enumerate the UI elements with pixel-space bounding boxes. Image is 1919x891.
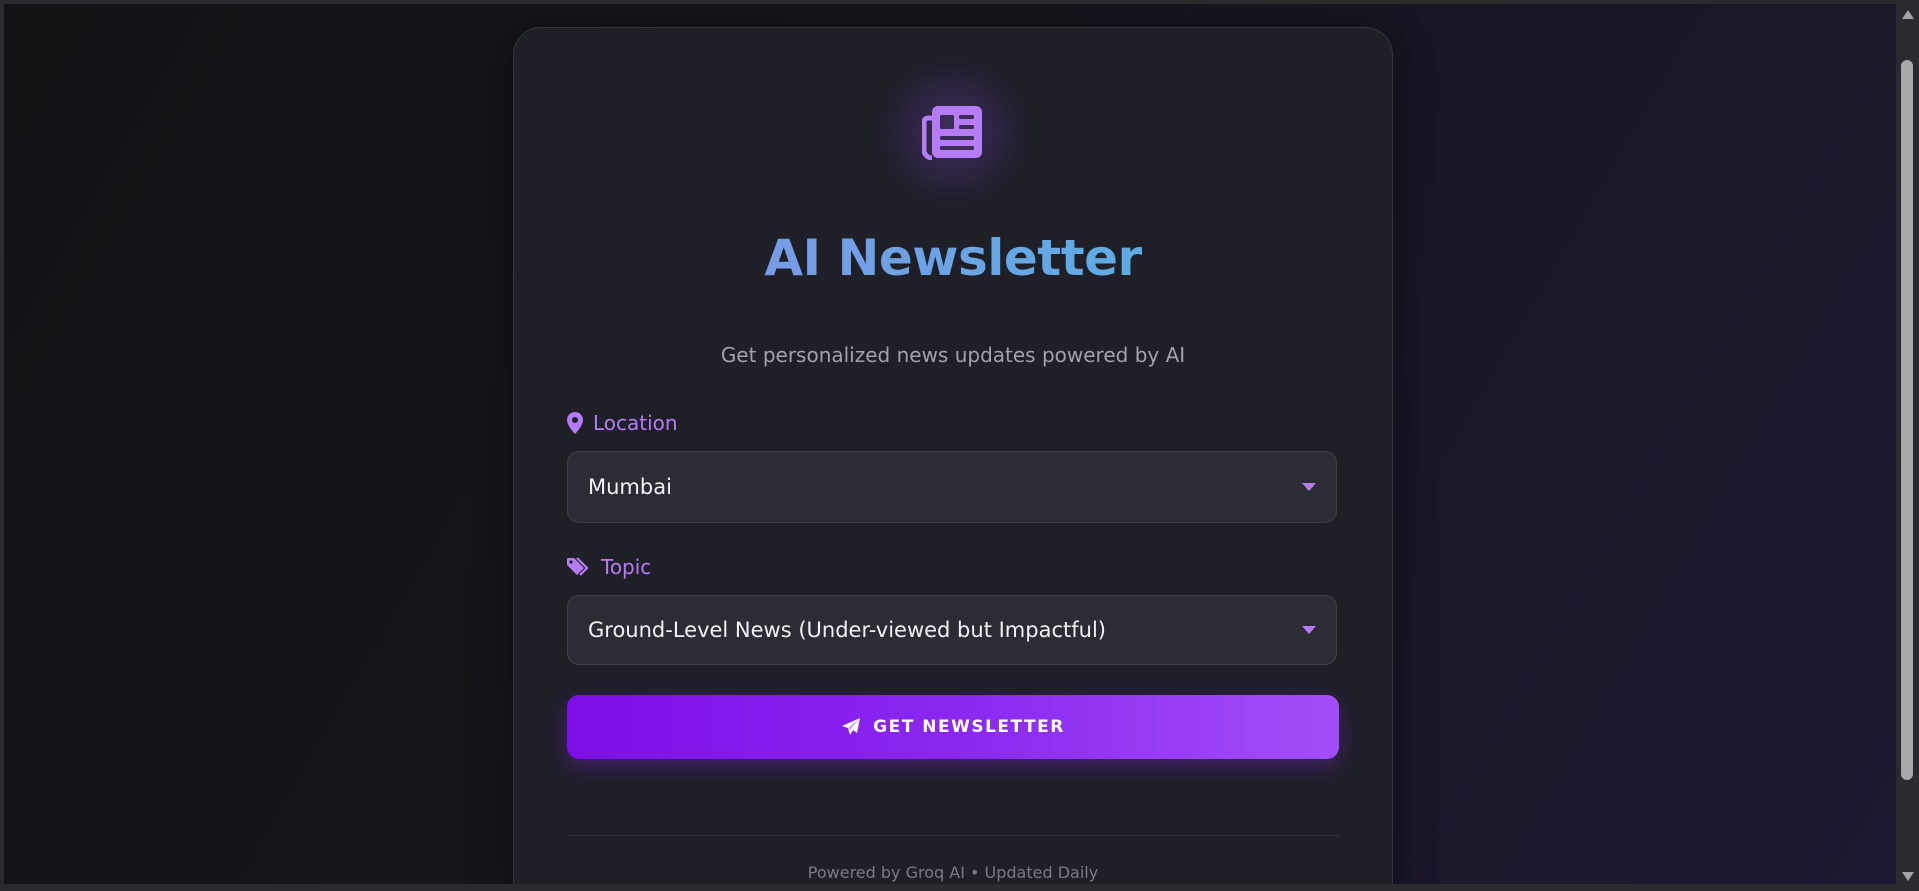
page-title: AI Newsletter <box>514 228 1392 288</box>
get-newsletter-button-label: GET NEWSLETTER <box>873 717 1065 737</box>
location-selected-value: Mumbai <box>588 475 672 499</box>
footer-text: Powered by Groq AI • Updated Daily <box>807 863 1099 882</box>
location-label: Location <box>567 411 678 435</box>
tags-icon <box>567 557 589 576</box>
page-background: AI Newsletter Get personalized news upda… <box>4 4 1896 884</box>
page-scrollbar[interactable] <box>1896 0 1919 891</box>
topic-selected-value: Ground-Level News (Under-viewed but Impa… <box>588 618 1106 642</box>
chevron-down-icon <box>1302 626 1316 634</box>
map-pin-icon <box>567 412 583 434</box>
scroll-down-arrow-icon[interactable] <box>1902 872 1914 881</box>
topic-label: Topic <box>567 555 651 579</box>
scrollbar-thumb[interactable] <box>1901 60 1913 780</box>
paper-plane-icon <box>842 718 861 735</box>
location-label-text: Location <box>593 411 678 435</box>
get-newsletter-button[interactable]: GET NEWSLETTER <box>567 695 1339 759</box>
page-subtitle: Get personalized news updates powered by… <box>720 343 1186 367</box>
topic-label-text: Topic <box>601 555 652 579</box>
footer-divider <box>567 835 1339 836</box>
topic-select[interactable]: Ground-Level News (Under-viewed but Impa… <box>567 595 1337 665</box>
location-select[interactable]: Mumbai <box>567 451 1337 523</box>
newsletter-card: AI Newsletter Get personalized news upda… <box>513 27 1393 884</box>
newspaper-icon <box>922 106 982 160</box>
scroll-up-arrow-icon[interactable] <box>1902 10 1914 19</box>
logo-badge <box>899 78 1007 186</box>
chevron-down-icon <box>1302 483 1316 491</box>
